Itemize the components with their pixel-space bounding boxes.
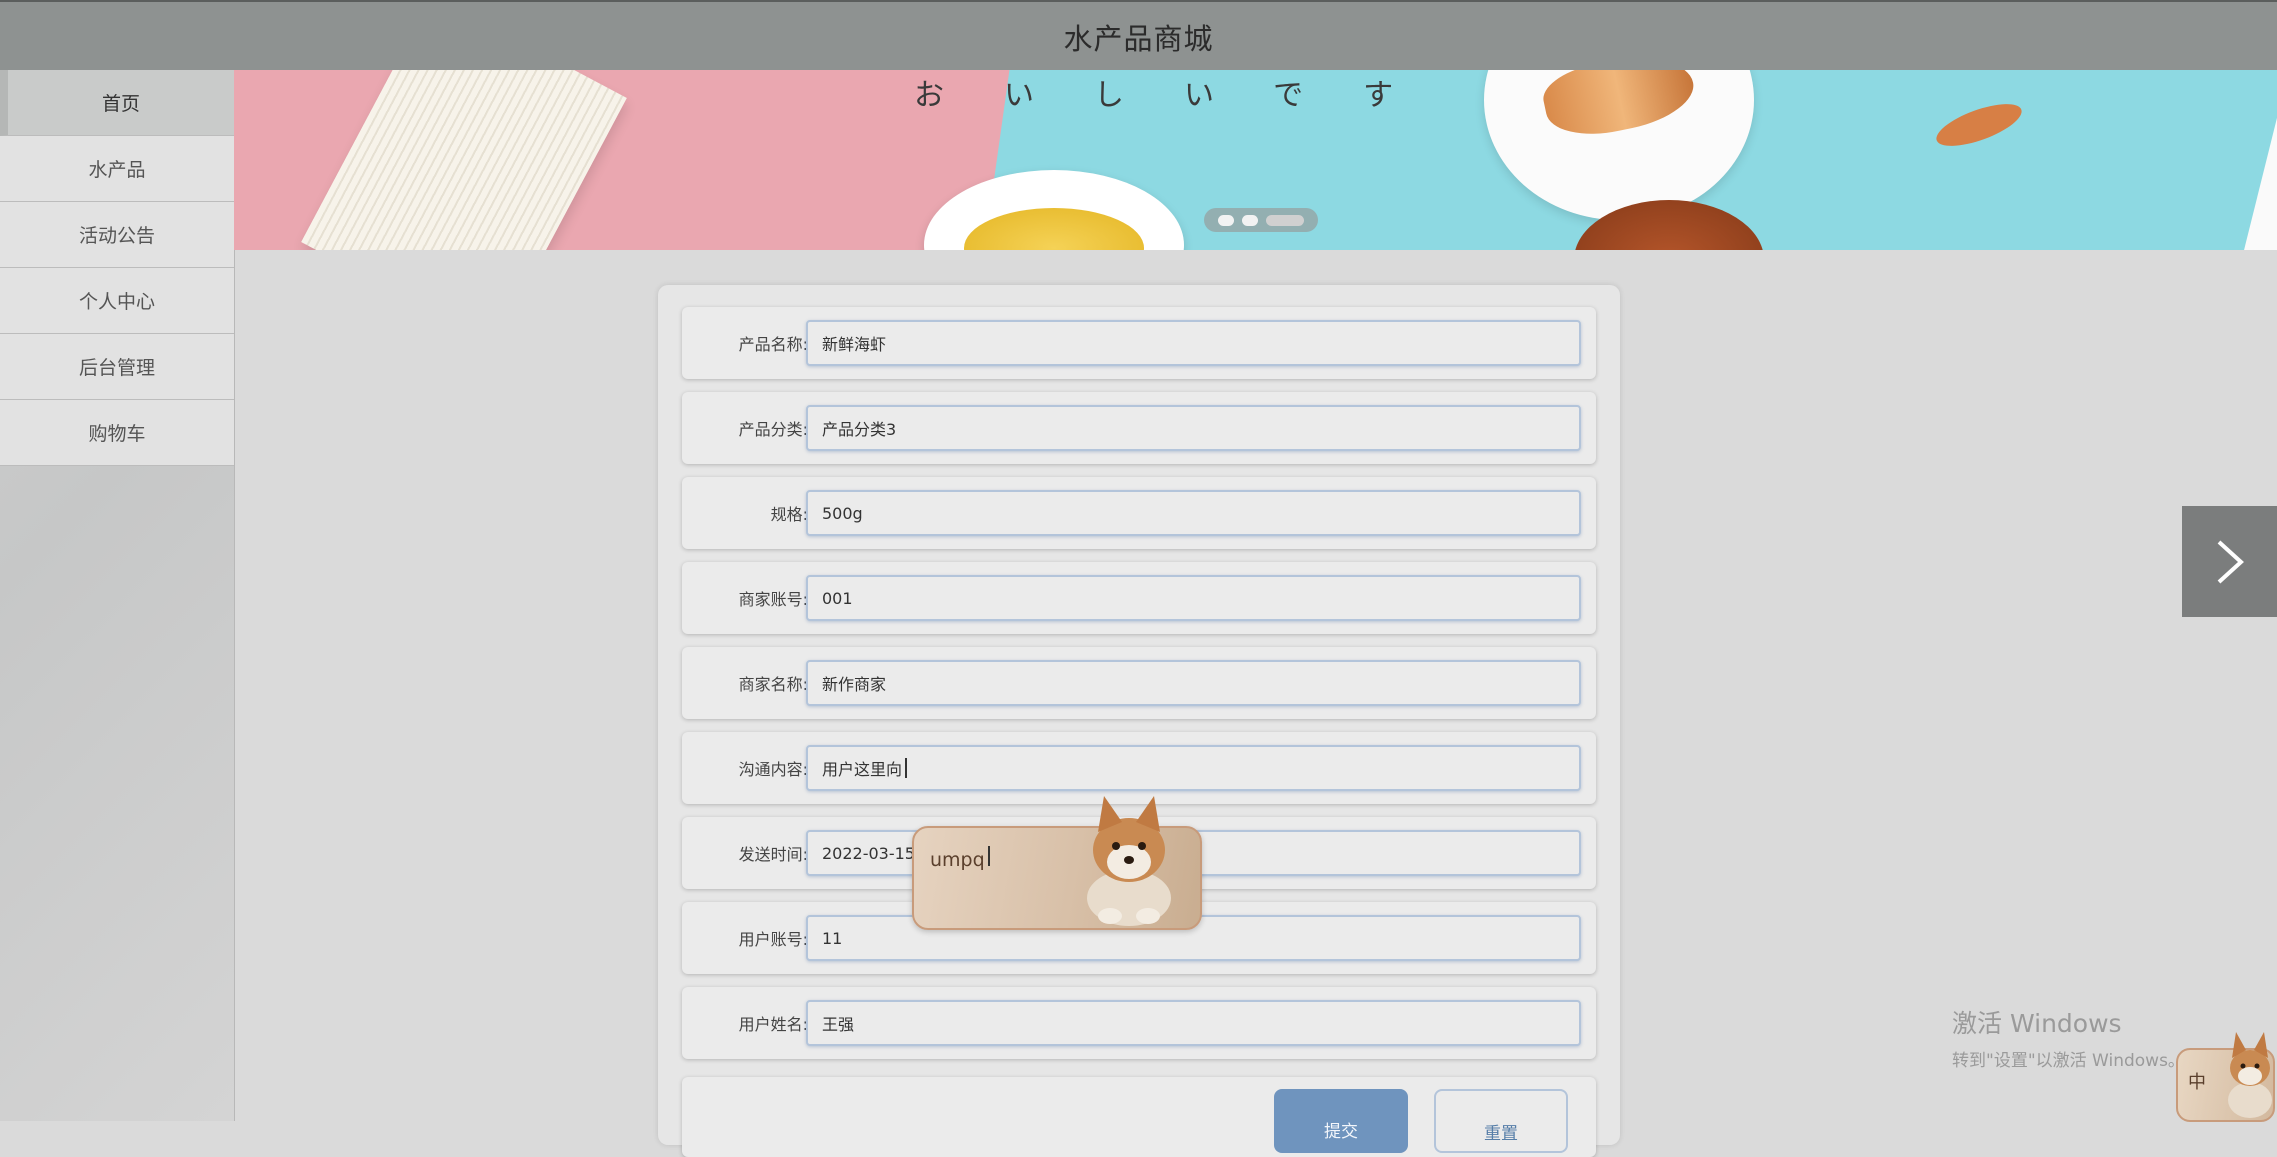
message-content-input[interactable]: 用户这里向 bbox=[806, 745, 1581, 791]
top-header: 水产品商城 bbox=[0, 0, 2277, 72]
form-row-product-category: 产品分类: 产品分类3 bbox=[682, 392, 1596, 464]
form-row-user-name: 用户姓名: 王强 bbox=[682, 987, 1596, 1059]
chevron-right-icon bbox=[2217, 540, 2244, 583]
sidebar-nav: 首页 水产品 活动公告 个人中心 后台管理 购物车 bbox=[0, 70, 235, 1121]
sidebar-item-label: 个人中心 bbox=[78, 291, 155, 313]
form-row-merchant-account: 商家账号: 001 bbox=[682, 562, 1596, 634]
product-name-input[interactable]: 新鲜海虾 bbox=[806, 320, 1581, 366]
field-label: 产品分类: bbox=[738, 420, 808, 439]
sidebar-item-admin[interactable]: 后台管理 bbox=[0, 334, 234, 400]
ime-status-indicator[interactable]: 中 bbox=[2176, 1032, 2275, 1122]
page-title: 水产品商城 bbox=[1063, 22, 1214, 56]
shiba-dog-icon bbox=[1087, 796, 1171, 926]
sidebar-item-announcements[interactable]: 活动公告 bbox=[0, 202, 234, 268]
field-label: 产品名称: bbox=[738, 335, 808, 354]
form-actions: 提交 重置 bbox=[682, 1077, 1596, 1157]
product-category-input[interactable]: 产品分类3 bbox=[806, 405, 1581, 451]
banner-noodles-image bbox=[301, 70, 627, 250]
sidebar-item-home[interactable]: 首页 bbox=[0, 70, 234, 136]
field-label: 用户姓名: bbox=[738, 1015, 808, 1034]
sidebar-item-label: 首页 bbox=[101, 93, 140, 115]
field-label: 用户账号: bbox=[738, 930, 808, 949]
watermark-line2: 转到"设置"以激活 Windows。 bbox=[1952, 1051, 2185, 1071]
sidebar-item-cart[interactable]: 购物车 bbox=[0, 400, 234, 466]
field-label: 商家名称: bbox=[738, 675, 808, 694]
form-row-merchant-name: 商家名称: 新作商家 bbox=[682, 647, 1596, 719]
submit-button[interactable]: 提交 bbox=[1274, 1089, 1408, 1153]
merchant-account-input[interactable]: 001 bbox=[806, 575, 1581, 621]
message-form: 产品名称: 新鲜海虾 产品分类: 产品分类3 规格: 500g 商家账号: 00… bbox=[658, 285, 1620, 1157]
carousel-next-button[interactable] bbox=[2182, 506, 2277, 617]
text-caret bbox=[905, 758, 908, 778]
banner-tagline: おいしいです bbox=[914, 78, 1454, 113]
shiba-dog-icon bbox=[2228, 1032, 2272, 1118]
windows-activation-watermark: 激活 Windows 转到"设置"以激活 Windows。 bbox=[1952, 1004, 2185, 1071]
carousel-dot[interactable] bbox=[1218, 214, 1234, 226]
carousel-indicators bbox=[1204, 208, 1318, 232]
ime-mode-label: 中 bbox=[2188, 1072, 2206, 1093]
ime-caret bbox=[987, 846, 990, 866]
merchant-name-input[interactable]: 新作商家 bbox=[806, 660, 1581, 706]
sidebar-item-label: 后台管理 bbox=[78, 357, 155, 379]
form-row-spec: 规格: 500g bbox=[682, 477, 1596, 549]
carousel-dot-active[interactable] bbox=[1266, 214, 1304, 226]
spec-input[interactable]: 500g bbox=[806, 490, 1581, 536]
field-label: 发送时间: bbox=[738, 845, 808, 864]
sidebar-item-label: 活动公告 bbox=[78, 225, 155, 247]
reset-button[interactable]: 重置 bbox=[1434, 1089, 1568, 1153]
banner-carousel: おいしいです bbox=[234, 70, 2277, 250]
carousel-dot[interactable] bbox=[1242, 214, 1258, 226]
field-label: 沟通内容: bbox=[738, 760, 808, 779]
sidebar-item-label: 水产品 bbox=[88, 159, 146, 181]
ime-composing-string: umpq bbox=[930, 849, 985, 871]
message-content-text: 用户这里向 bbox=[822, 760, 903, 779]
field-label: 规格: bbox=[770, 505, 808, 524]
sidebar-item-aquatic-products[interactable]: 水产品 bbox=[0, 136, 234, 202]
form-row-product-name: 产品名称: 新鲜海虾 bbox=[682, 307, 1596, 379]
field-label: 商家账号: bbox=[738, 590, 808, 609]
watermark-line1: 激活 Windows bbox=[1952, 1009, 2122, 1038]
sidebar-item-personal-center[interactable]: 个人中心 bbox=[0, 268, 234, 334]
ime-candidate-window: umpq bbox=[912, 796, 1202, 930]
user-name-input[interactable]: 王强 bbox=[806, 1000, 1581, 1046]
sidebar-item-label: 购物车 bbox=[88, 423, 146, 445]
ime-composition-text: umpq bbox=[930, 846, 990, 871]
